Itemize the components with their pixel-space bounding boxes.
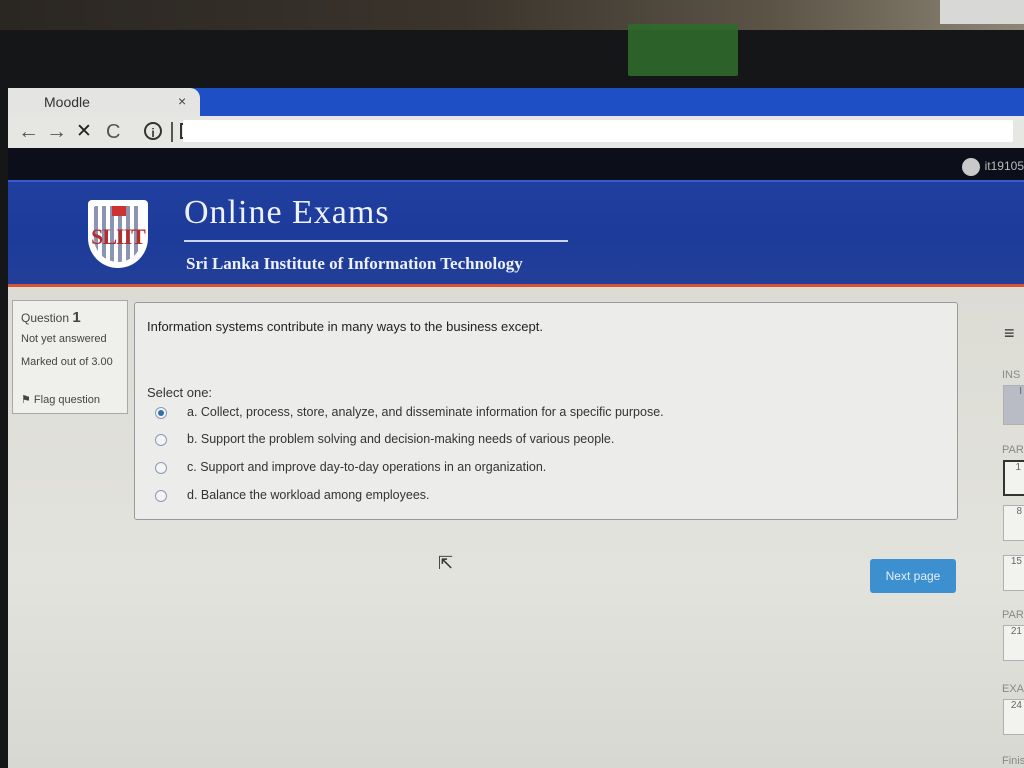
- browser-tab[interactable]: Moodle ×: [8, 88, 200, 116]
- nav-section-label: EXA: [1002, 683, 1024, 695]
- reload-icon[interactable]: C: [106, 118, 120, 146]
- nav-item[interactable]: 1: [1003, 460, 1024, 496]
- question-state: Not yet answered: [21, 333, 107, 345]
- menu-icon[interactable]: ≡: [1004, 323, 1015, 344]
- option-label: b. Support the problem solving and decis…: [187, 432, 615, 446]
- avatar: [961, 158, 980, 176]
- nav-item[interactable]: 24: [1003, 699, 1024, 735]
- close-icon[interactable]: ×: [178, 93, 186, 109]
- user-menu[interactable]: it19105: [961, 158, 1024, 176]
- tab-bar: Moodle ×: [8, 88, 1024, 116]
- address-bar[interactable]: [183, 120, 1013, 142]
- answer-prompt: Select one:: [147, 385, 213, 400]
- tab-title: Moodle: [44, 94, 90, 110]
- radio-button[interactable]: [155, 490, 167, 502]
- logo-flag: [112, 206, 126, 216]
- option-label: a. Collect, process, store, analyze, and…: [187, 405, 664, 419]
- question-text: Information systems contribute in many w…: [147, 319, 543, 334]
- logo-text: SLIIT: [91, 224, 146, 249]
- monitor-sticker: [628, 24, 738, 76]
- browser-toolbar: ← → ✕ C i: [8, 116, 1024, 149]
- mouse-cursor-icon: ⇱: [438, 553, 454, 573]
- site-subtitle: Sri Lanka Institute of Information Techn…: [186, 254, 523, 273]
- question-grade: Marked out of 3.00: [21, 356, 113, 368]
- flag-label: Flag question: [33, 394, 100, 406]
- radio-button[interactable]: [155, 407, 167, 419]
- sliit-logo[interactable]: SLIIT: [88, 200, 148, 268]
- question-box: Information systems contribute in many w…: [134, 302, 958, 520]
- username: it19105: [984, 159, 1024, 174]
- option-label: d. Balance the workload among employees.: [187, 488, 430, 502]
- site-title: Online Exams: [184, 194, 390, 231]
- question-number: Question 1: [21, 309, 81, 326]
- nav-item[interactable]: 8: [1003, 505, 1024, 541]
- nav-section-label: PAR: [1002, 609, 1024, 621]
- toolbar-divider: [171, 122, 173, 142]
- stop-icon[interactable]: ✕: [76, 118, 92, 146]
- flag-question-link[interactable]: ⚑ Flag question: [21, 393, 100, 406]
- quiz-navigation: ≡ INS I PAR 1 8 15 PAR 21 EXA 24 Finish: [996, 287, 1024, 768]
- monitor-screen: Moodle × ← → ✕ C i it19105 SLIIT Online …: [8, 88, 1024, 768]
- question-label: Question: [21, 311, 70, 325]
- background-light: [940, 0, 1024, 24]
- nav-section-label: INS: [1002, 369, 1021, 381]
- finish-attempt-link[interactable]: Finish: [1002, 755, 1024, 767]
- moodle-topbar: it19105: [8, 148, 1024, 180]
- title-divider: [184, 240, 568, 242]
- back-arrow-icon[interactable]: ←: [18, 118, 39, 146]
- option-label: c. Support and improve day-to-day operat…: [187, 460, 547, 474]
- info-icon[interactable]: i: [144, 122, 162, 140]
- nav-item[interactable]: 21: [1003, 625, 1024, 661]
- nav-item[interactable]: 15: [1003, 555, 1024, 591]
- radio-button[interactable]: [155, 462, 167, 474]
- nav-section-label: PAR: [1002, 444, 1024, 456]
- main-content: Question 1 Not yet answered Marked out o…: [8, 287, 1024, 768]
- next-page-button[interactable]: Next page: [870, 559, 956, 593]
- forward-arrow-icon[interactable]: →: [46, 118, 67, 146]
- question-info-panel: Question 1 Not yet answered Marked out o…: [12, 300, 128, 414]
- nav-item[interactable]: I: [1003, 385, 1024, 425]
- question-number-value: 1: [72, 309, 81, 326]
- flag-icon: ⚑: [21, 394, 34, 406]
- radio-button[interactable]: [155, 434, 167, 446]
- background-room: [0, 0, 1024, 30]
